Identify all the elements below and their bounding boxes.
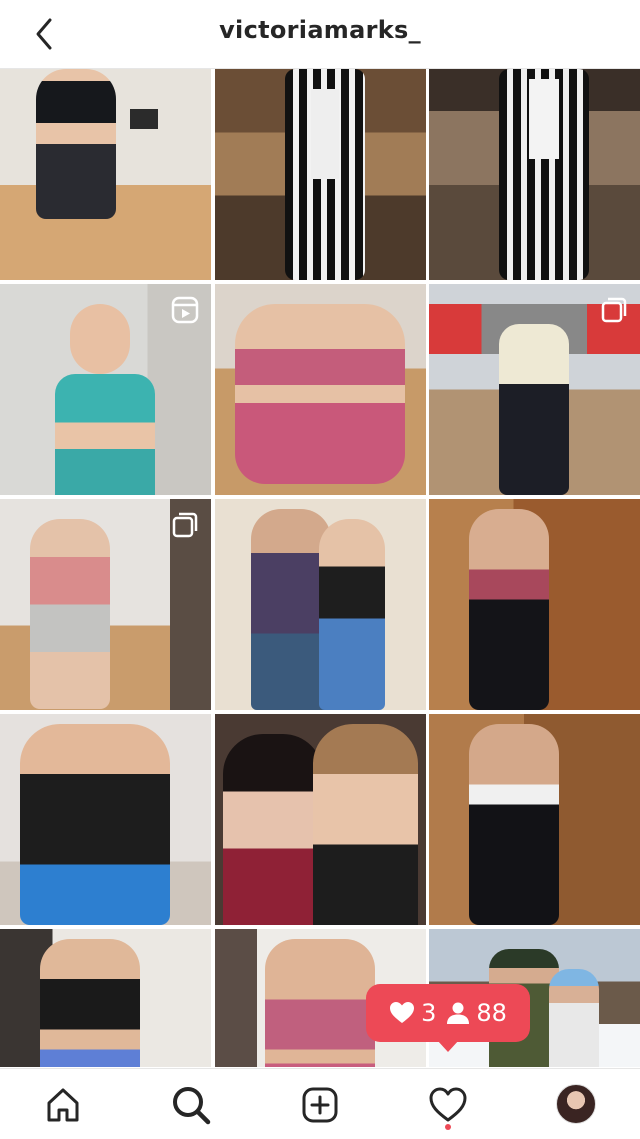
new-post-icon bbox=[302, 1087, 338, 1123]
post-thumbnail[interactable] bbox=[429, 284, 640, 495]
followers-count: 88 bbox=[476, 999, 507, 1027]
carousel-icon bbox=[601, 297, 627, 323]
post-thumbnail[interactable] bbox=[214, 714, 426, 925]
activity-notification[interactable]: 3 88 bbox=[366, 984, 530, 1042]
search-icon bbox=[173, 1087, 211, 1125]
post-thumbnail[interactable] bbox=[214, 69, 426, 280]
post-thumbnail[interactable] bbox=[0, 284, 211, 495]
post-thumbnail[interactable] bbox=[214, 499, 426, 710]
post-thumbnail[interactable] bbox=[0, 499, 211, 710]
search-button[interactable] bbox=[169, 1083, 213, 1127]
home-icon bbox=[47, 1088, 79, 1122]
post-thumbnail[interactable] bbox=[0, 714, 211, 925]
post-thumbnail[interactable] bbox=[429, 69, 640, 280]
reel-icon bbox=[171, 296, 199, 324]
activity-button[interactable] bbox=[426, 1083, 470, 1127]
post-thumbnail[interactable] bbox=[214, 284, 426, 495]
bottom-nav bbox=[0, 1068, 640, 1139]
followers-count-group: 88 bbox=[446, 999, 507, 1027]
activity-icon bbox=[429, 1087, 467, 1122]
home-button[interactable] bbox=[41, 1083, 85, 1127]
carousel-icon bbox=[172, 512, 198, 538]
likes-count: 3 bbox=[421, 999, 437, 1027]
notification-pointer bbox=[437, 1040, 459, 1052]
person-icon bbox=[447, 1002, 470, 1024]
post-thumbnail[interactable] bbox=[0, 929, 211, 1067]
profile-username: victoriamarks_ bbox=[219, 16, 421, 44]
likes-count-group: 3 bbox=[389, 999, 436, 1027]
post-grid bbox=[0, 69, 640, 1067]
profile-avatar[interactable] bbox=[556, 1084, 596, 1124]
new-post-button[interactable] bbox=[298, 1083, 342, 1127]
heart-icon bbox=[390, 1002, 415, 1023]
post-thumbnail[interactable] bbox=[429, 499, 640, 710]
activity-indicator-dot bbox=[445, 1124, 451, 1130]
top-bar: victoriamarks_ bbox=[0, 0, 640, 69]
post-thumbnail[interactable] bbox=[0, 69, 211, 280]
post-thumbnail[interactable] bbox=[429, 714, 640, 925]
